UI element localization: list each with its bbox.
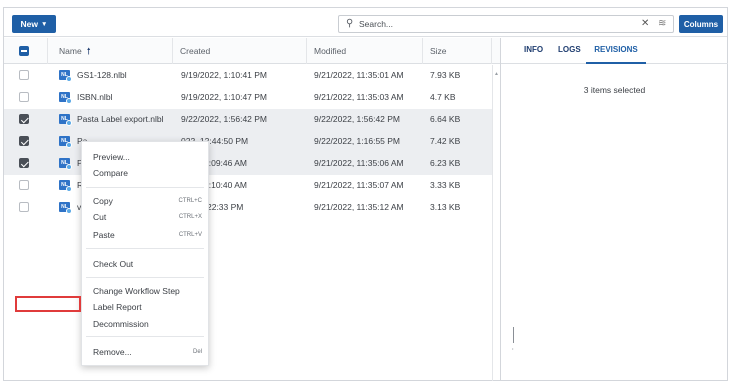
menu-item-remove[interactable]: Remove... <box>93 346 132 358</box>
table-row[interactable]: NL Pa 022, 11:09:46 AM 9/21/2022, 11:35:… <box>4 153 492 175</box>
sort-asc-icon: 🠕 <box>86 46 91 56</box>
menu-divider <box>86 277 204 278</box>
search-icon: ⚲ <box>346 18 354 29</box>
table-row[interactable]: NL Pasta Label export.nlbl 9/22/2022, 1:… <box>4 109 492 131</box>
tab-info[interactable]: INFO <box>524 38 543 64</box>
column-header-modified[interactable]: Modified <box>307 38 423 64</box>
menu-item-compare[interactable]: Compare <box>93 167 128 179</box>
column-header-size[interactable]: Size <box>423 38 492 64</box>
file-label-icon: NL <box>59 114 72 126</box>
menu-item-change-workflow-step[interactable]: Change Workflow Step <box>93 285 180 297</box>
cell-size: 6.23 KB <box>430 158 461 168</box>
cell-size: 7.42 KB <box>430 136 461 146</box>
table-row[interactable]: NL Pa 022, 12:44:50 PM 9/22/2022, 1:16:5… <box>4 131 492 153</box>
vertical-scrollbar[interactable]: ▲ <box>492 65 500 381</box>
context-menu: Preview... Compare Copy CTRL+C Cut CTRL+… <box>81 141 209 366</box>
grid-header: Name 🠕 Created Modified Size <box>4 38 500 64</box>
file-label-icon: NL <box>59 92 72 104</box>
menu-item-preview[interactable]: Preview... <box>93 151 130 163</box>
row-checkbox[interactable] <box>19 136 29 146</box>
cell-modified: 9/21/2022, 11:35:03 AM <box>314 92 404 102</box>
cell-name: GS1-128.nlbl <box>77 70 127 80</box>
panel-splitter[interactable] <box>513 327 514 343</box>
panel-tabs: INFO LOGS REVISIONS <box>501 38 728 64</box>
new-button-label: New <box>20 19 39 29</box>
row-checkbox[interactable] <box>19 158 29 168</box>
cell-created: 9/22/2022, 1:56:42 PM <box>181 114 268 124</box>
new-button[interactable]: New ▼ <box>12 15 56 33</box>
cell-modified: 9/21/2022, 11:35:06 AM <box>314 158 404 168</box>
select-all-checkbox[interactable] <box>19 46 29 56</box>
file-label-icon: NL <box>59 158 72 170</box>
search-box: ⚲ ✕ ≋ <box>338 15 674 33</box>
cell-created: 9/19/2022, 1:10:47 PM <box>181 92 268 102</box>
cell-modified: 9/22/2022, 1:16:55 PM <box>314 136 401 146</box>
cell-size: 3.33 KB <box>430 180 461 190</box>
table-row[interactable]: NL ISBN.nlbl 9/19/2022, 1:10:47 PM 9/21/… <box>4 87 492 109</box>
caret-down-icon: ▼ <box>41 20 48 28</box>
tab-logs[interactable]: LOGS <box>558 38 581 64</box>
scroll-up-icon[interactable]: ▲ <box>494 71 499 77</box>
label-report-highlight <box>15 296 81 312</box>
cell-modified: 9/22/2022, 1:56:42 PM <box>314 114 401 124</box>
menu-item-check-out[interactable]: Check Out <box>93 258 133 270</box>
file-grid: Name 🠕 Created Modified Size NL GS1-128.n… <box>4 38 500 381</box>
row-checkbox[interactable] <box>19 180 29 190</box>
selection-count-text: 3 items selected <box>583 85 646 95</box>
menu-item-decommission[interactable]: Decommission <box>93 318 149 330</box>
cell-size: 4.7 KB <box>430 92 456 102</box>
row-checkbox[interactable] <box>19 114 29 124</box>
cell-name: ISBN.nlbl <box>77 92 113 102</box>
shortcut-paste: CTRL+V <box>178 232 202 238</box>
file-label-icon: NL <box>59 180 72 192</box>
menu-item-label-report[interactable]: Label Report <box>93 301 142 313</box>
row-checkbox[interactable] <box>19 70 29 80</box>
columns-button[interactable]: Columns <box>679 15 723 33</box>
shortcut-copy: CTRL+C <box>178 198 202 204</box>
menu-divider <box>86 187 204 188</box>
row-checkbox[interactable] <box>19 202 29 212</box>
column-header-name[interactable]: Name 🠕 <box>48 38 173 64</box>
details-panel: INFO LOGS REVISIONS 3 items selected <box>500 38 728 381</box>
menu-divider <box>86 248 204 249</box>
menu-item-copy[interactable]: Copy <box>93 195 113 207</box>
file-label-icon: NL <box>59 136 72 148</box>
table-row[interactable]: NL RT 022, 11:10:40 AM 9/21/2022, 11:35:… <box>4 175 492 197</box>
menu-item-paste[interactable]: Paste <box>93 229 115 241</box>
tab-revisions[interactable]: REVISIONS <box>586 38 646 64</box>
toolbar: New ▼ ⚲ ✕ ≋ Columns <box>4 8 727 37</box>
cell-modified: 9/21/2022, 11:35:01 AM <box>314 70 404 80</box>
column-header-name-label: Name <box>59 46 82 56</box>
table-row[interactable]: NL va 022, 1:22:33 PM 9/21/2022, 11:35:1… <box>4 197 492 219</box>
splitter-handle-icon: • <box>512 346 514 351</box>
filter-icon[interactable]: ≋ <box>658 18 666 29</box>
search-input[interactable] <box>359 17 629 31</box>
select-all-cell <box>4 38 48 64</box>
cell-modified: 9/21/2022, 11:35:07 AM <box>314 180 404 190</box>
clear-icon[interactable]: ✕ <box>641 18 649 29</box>
cell-name: Pasta Label export.nlbl <box>77 114 164 124</box>
cell-created: 9/19/2022, 1:10:41 PM <box>181 70 268 80</box>
file-label-icon: NL <box>59 70 72 82</box>
cell-size: 7.93 KB <box>430 70 461 80</box>
file-label-icon: NL <box>59 202 72 214</box>
cell-size: 3.13 KB <box>430 202 461 212</box>
menu-item-cut[interactable]: Cut <box>93 211 106 223</box>
cell-size: 6.64 KB <box>430 114 461 124</box>
row-checkbox[interactable] <box>19 92 29 102</box>
table-row[interactable]: NL GS1-128.nlbl 9/19/2022, 1:10:41 PM 9/… <box>4 65 492 87</box>
shortcut-remove: Del <box>192 349 202 355</box>
column-header-created[interactable]: Created <box>173 38 307 64</box>
shortcut-cut: CTRL+X <box>178 214 202 220</box>
menu-divider <box>86 336 204 337</box>
cell-modified: 9/21/2022, 11:35:12 AM <box>314 202 404 212</box>
